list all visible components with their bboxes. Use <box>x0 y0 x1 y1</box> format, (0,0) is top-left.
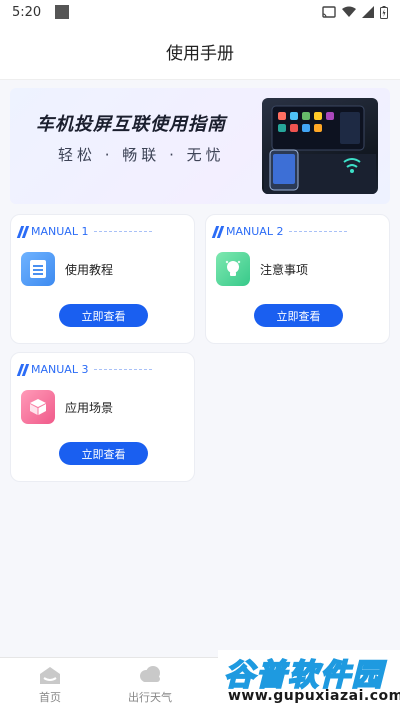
weather-icon <box>140 666 160 682</box>
tab-travel-weather[interactable]: 出行天气 <box>100 658 200 711</box>
status-time: 5:20 <box>12 4 42 20</box>
card-label: 使用教程 <box>65 263 114 277</box>
manual-card-precautions: MANUAL 2 注意事项 立即查看 <box>205 214 390 344</box>
cube-icon <box>21 390 55 424</box>
signal-icon <box>362 6 374 18</box>
manual-card-usage-tutorial: MANUAL 1 使用教程 立即查看 <box>10 214 195 344</box>
wifi-icon <box>342 6 356 17</box>
manual-tag-label: MANUAL 2 <box>226 225 284 238</box>
status-bar: 5:20 <box>0 0 400 24</box>
manual-tag: MANUAL 2 <box>211 225 348 238</box>
manual-tag-label: MANUAL 1 <box>31 225 89 238</box>
page-title: 使用手册 <box>166 44 234 64</box>
lightbulb-icon <box>216 252 250 286</box>
banner-subtitle: 轻松 · 畅联 · 无忧 <box>58 146 225 164</box>
stripes-icon <box>211 225 225 238</box>
stripes-icon <box>16 363 30 376</box>
car-dashboard-illustration <box>264 105 376 194</box>
view-now-button[interactable]: 立即查看 <box>254 304 343 327</box>
guide-banner[interactable]: 车机投屏互联使用指南 轻松 · 畅联 · 无忧 <box>10 88 390 204</box>
notification-icon <box>55 5 70 19</box>
card-label: 注意事项 <box>260 263 309 277</box>
tab-label: 出行天气 <box>128 691 172 704</box>
banner-title: 车机投屏互联使用指南 <box>36 114 226 135</box>
home-icon <box>40 667 60 684</box>
site-watermark: 谷普软件园 www.gupuxiazai.com <box>218 650 400 711</box>
manual-tag: MANUAL 3 <box>16 363 153 376</box>
card-label: 应用场景 <box>65 401 114 415</box>
app-header: 使用手册 <box>0 24 400 80</box>
car-screen-image <box>262 98 378 194</box>
view-now-button[interactable]: 立即查看 <box>59 304 148 327</box>
battery-icon <box>380 5 388 19</box>
manual-card-scenarios: MANUAL 3 应用场景 立即查看 <box>10 352 195 482</box>
tab-home[interactable]: 首页 <box>0 658 100 711</box>
manual-tag: MANUAL 1 <box>16 225 153 238</box>
document-icon <box>21 252 55 286</box>
cast-icon <box>322 6 336 18</box>
tab-label: 首页 <box>39 691 61 704</box>
view-now-button[interactable]: 立即查看 <box>59 442 148 465</box>
stripes-icon <box>16 225 30 238</box>
watermark-url: www.gupuxiazai.com <box>228 688 400 704</box>
status-icons <box>322 5 388 19</box>
manual-tag-label: MANUAL 3 <box>31 363 89 376</box>
